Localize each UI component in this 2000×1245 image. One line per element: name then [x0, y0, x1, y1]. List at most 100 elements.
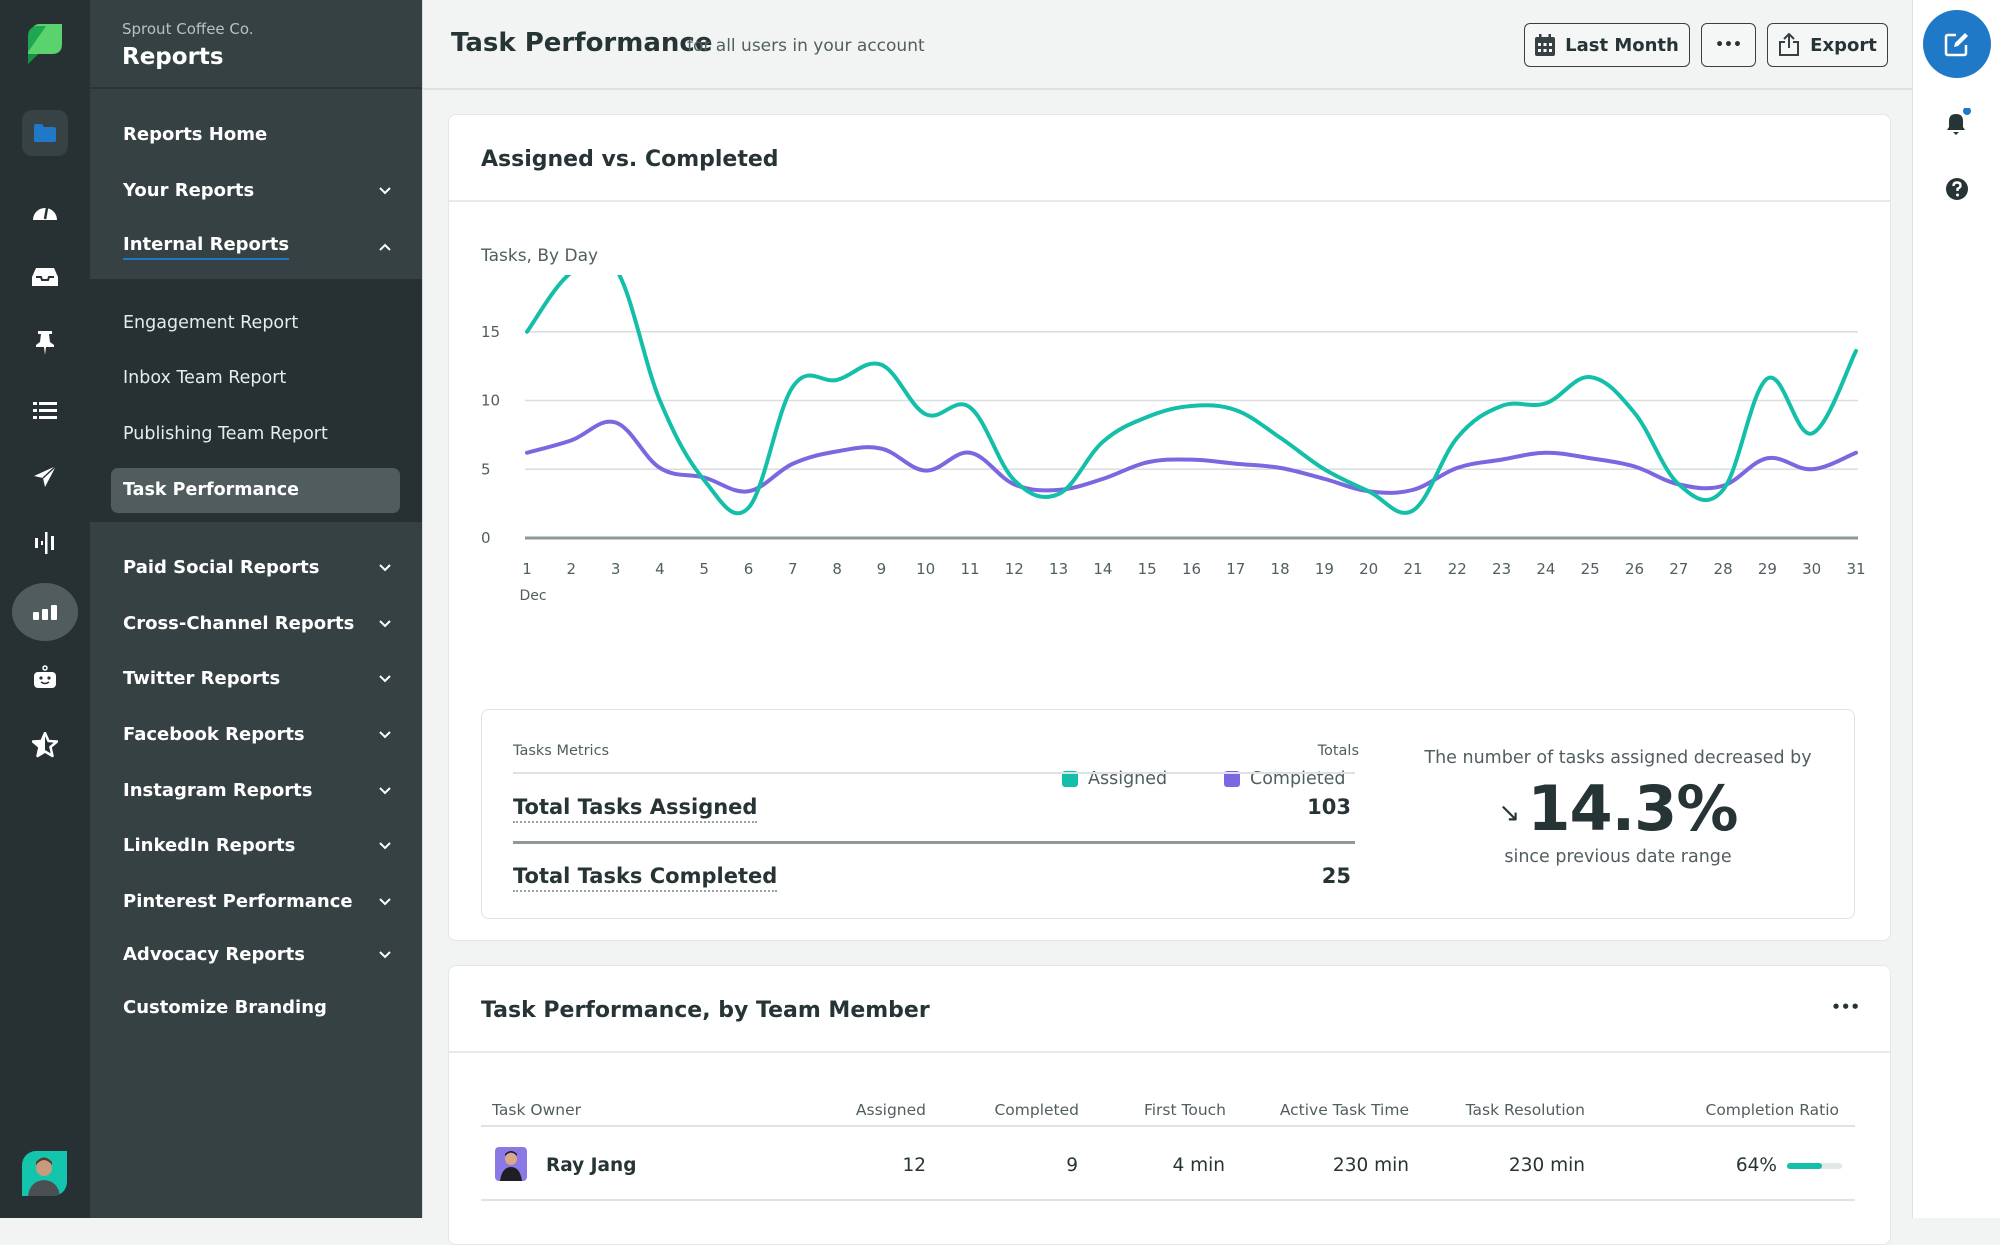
chevron-down-icon: [379, 563, 391, 571]
col-header-resolution[interactable]: Task Resolution: [1419, 1101, 1585, 1119]
utility-rail: [1912, 0, 2000, 1218]
sidebar-item-twitter-reports[interactable]: Twitter Reports: [123, 668, 392, 689]
metric-value: 103: [1307, 795, 1351, 819]
chevron-down-icon: [379, 730, 391, 738]
user-avatar[interactable]: [22, 1151, 67, 1196]
col-header-owner[interactable]: Task Owner: [492, 1101, 581, 1119]
x-tick-label: 31: [1846, 560, 1865, 578]
col-header-assigned[interactable]: Assigned: [824, 1101, 926, 1119]
pin-icon[interactable]: [22, 320, 68, 366]
x-tick-label: 15: [1138, 560, 1157, 578]
listening-icon[interactable]: [22, 520, 68, 566]
more-options-button[interactable]: •••: [1701, 23, 1756, 67]
sidebar-item-facebook-reports[interactable]: Facebook Reports: [123, 724, 392, 745]
card-more-button[interactable]: •••: [1831, 998, 1860, 1016]
x-tick-label: 25: [1581, 560, 1600, 578]
change-since: since previous date range: [1504, 847, 1732, 867]
x-tick-label: 2: [567, 560, 577, 578]
dashboard-gauge-icon[interactable]: [22, 188, 68, 234]
y-tick-label: 15: [481, 323, 500, 341]
x-tick-label: 29: [1758, 560, 1777, 578]
date-range-label: Last Month: [1565, 34, 1679, 56]
x-tick-label: 10: [916, 560, 935, 578]
x-tick-label: 5: [699, 560, 709, 578]
metric-label[interactable]: Total Tasks Completed: [513, 864, 778, 892]
list-icon[interactable]: [22, 388, 68, 434]
chevron-down-icon: [379, 786, 391, 794]
sidebar-item-label: Advocacy Reports: [123, 944, 305, 965]
divider: [481, 1125, 1855, 1127]
page-title: Task Performance: [451, 28, 713, 58]
metrics-panel: Tasks Metrics Totals Total Tasks Assigne…: [481, 709, 1855, 919]
page-subtitle: for all users in your account: [687, 36, 925, 56]
x-tick-label: 22: [1448, 560, 1467, 578]
sidebar-item-linkedin-reports[interactable]: LinkedIn Reports: [123, 835, 392, 856]
sidebar-item-instagram-reports[interactable]: Instagram Reports: [123, 780, 392, 801]
cell-assigned: 12: [902, 1155, 926, 1176]
completion-ratio-fill: [1787, 1163, 1823, 1169]
x-tick-label: 30: [1802, 560, 1821, 578]
bell-icon: [1947, 107, 1971, 135]
sidebar-item-label: Instagram Reports: [123, 780, 313, 801]
sidebar-item-paid-social-reports[interactable]: Paid Social Reports: [123, 557, 392, 578]
owner-name[interactable]: Ray Jang: [546, 1155, 636, 1176]
reviews-star-icon[interactable]: [22, 722, 68, 768]
sidebar-item-label: Paid Social Reports: [123, 557, 320, 578]
sprout-logo-icon[interactable]: [26, 22, 64, 66]
metric-row-assigned: Total Tasks Assigned 103: [513, 795, 1355, 823]
chevron-down-icon: [379, 186, 391, 194]
sidebar-item-customize-branding[interactable]: Customize Branding: [123, 997, 392, 1018]
sidebar-item-pinterest-performance[interactable]: Pinterest Performance: [123, 891, 392, 912]
metric-label[interactable]: Total Tasks Assigned: [513, 795, 758, 823]
series-line-completed: [525, 419, 1858, 495]
sidebar-item-cross-channel-reports[interactable]: Cross-Channel Reports: [123, 613, 392, 634]
x-tick-label: 18: [1271, 560, 1290, 578]
change-value: 14.3%: [1527, 772, 1738, 845]
reports-folder-icon[interactable]: [22, 110, 68, 156]
notifications-button[interactable]: [1943, 107, 1973, 142]
divider: [513, 841, 1355, 844]
inbox-icon[interactable]: [22, 254, 68, 300]
x-tick-label: 6: [744, 560, 754, 578]
x-tick-label: 19: [1315, 560, 1334, 578]
sidebar-item-reports-home[interactable]: Reports Home: [123, 124, 392, 145]
export-icon: [1779, 33, 1800, 56]
sidebar-item-label: Customize Branding: [123, 997, 327, 1018]
metrics-header-label: Tasks Metrics: [513, 743, 610, 759]
x-tick-label: 23: [1492, 560, 1511, 578]
chevron-down-icon: [379, 897, 391, 905]
col-header-completion-ratio[interactable]: Completion Ratio: [1629, 1101, 1840, 1119]
col-header-completed[interactable]: Completed: [964, 1101, 1079, 1119]
cell-active-time: 230 min: [1332, 1155, 1409, 1176]
x-tick-label: 3: [611, 560, 621, 578]
card-title: Task Performance, by Team Member •••: [449, 966, 1890, 1053]
x-tick-label: 14: [1093, 560, 1112, 578]
x-tick-label: 27: [1669, 560, 1688, 578]
chevron-down-icon: [379, 841, 391, 849]
x-axis-label: Dec: [519, 588, 546, 604]
bot-icon[interactable]: [22, 654, 68, 700]
divider: [513, 772, 1355, 774]
sidebar-item-label: Facebook Reports: [123, 724, 305, 745]
cell-first-touch: 4 min: [1172, 1155, 1225, 1176]
sidebar-subitem-inbox-team-report[interactable]: Inbox Team Report: [123, 368, 286, 388]
x-tick-label: 1: [522, 560, 532, 578]
calendar-icon: [1535, 34, 1556, 56]
x-tick-label: 16: [1182, 560, 1201, 578]
date-range-button[interactable]: Last Month: [1524, 23, 1690, 67]
analytics-bar-icon[interactable]: [12, 583, 78, 641]
send-icon[interactable]: [22, 454, 68, 500]
col-header-active-time[interactable]: Active Task Time: [1229, 1101, 1409, 1119]
x-tick-label: 21: [1403, 560, 1422, 578]
sidebar-subitem-publishing-team-report[interactable]: Publishing Team Report: [123, 424, 328, 444]
sidebar-item-advocacy-reports[interactable]: Advocacy Reports: [123, 944, 392, 965]
sidebar-subitem-task-performance[interactable]: Task Performance: [111, 468, 400, 513]
help-button[interactable]: [1945, 177, 1969, 205]
sidebar-item-internal-reports[interactable]: Internal Reports: [123, 234, 392, 260]
compose-button[interactable]: [1923, 10, 1991, 78]
export-button[interactable]: Export: [1767, 23, 1888, 67]
sidebar-subitem-engagement-report[interactable]: Engagement Report: [123, 313, 298, 333]
col-header-first-touch[interactable]: First Touch: [1099, 1101, 1226, 1119]
x-tick-label: 9: [877, 560, 887, 578]
sidebar-item-your-reports[interactable]: Your Reports: [123, 180, 392, 201]
